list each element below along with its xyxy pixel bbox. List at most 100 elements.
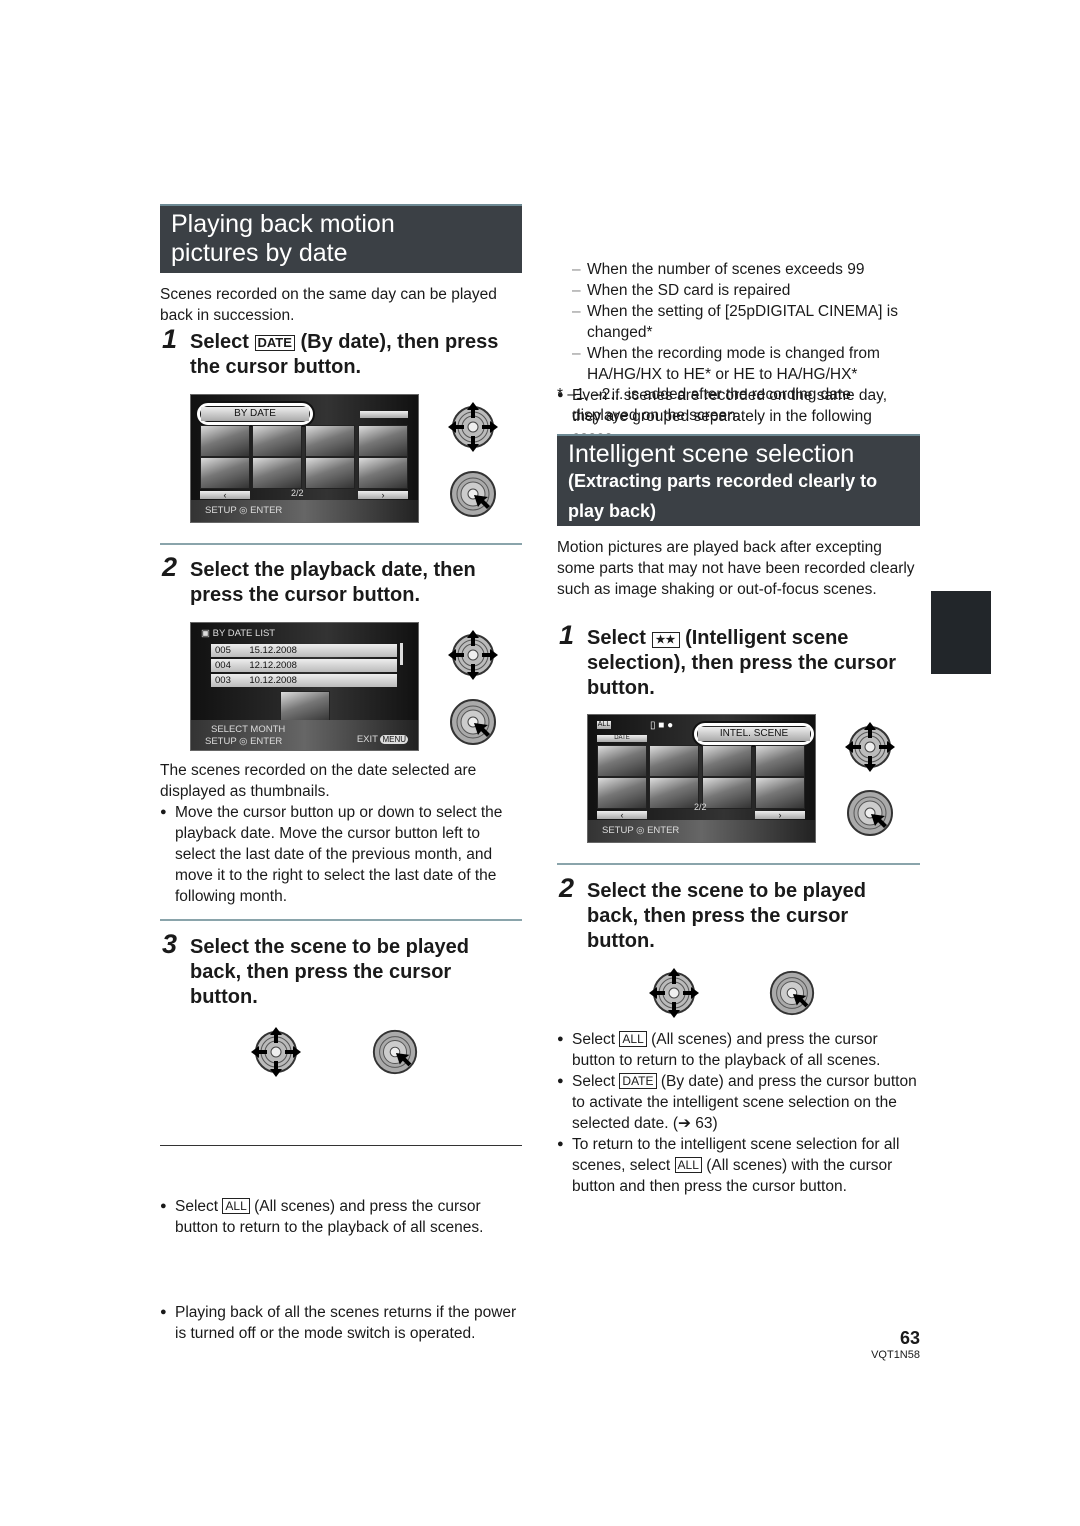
bullet-note: Select DATE (By date) and press the curs… <box>557 1071 922 1134</box>
thumbnail[interactable] <box>358 457 408 489</box>
thumbnail[interactable] <box>597 745 647 777</box>
step-number: 2 <box>559 873 575 903</box>
case-text: When the recording mode is changed from … <box>587 345 880 383</box>
chapter-tab <box>931 591 991 674</box>
title-line: pictures by date <box>171 239 348 267</box>
page-number: 63 <box>899 1328 920 1348</box>
cursor-press-icon <box>767 968 817 1018</box>
thumbnail[interactable] <box>597 777 647 809</box>
prev-page-button[interactable]: ‹ <box>200 491 250 500</box>
step-text: Select the scene to be played back, then… <box>587 880 866 952</box>
date-tab[interactable]: DATE <box>597 735 647 742</box>
step-1: 1 Select DATE (By date), then press the c… <box>162 326 520 380</box>
list-title-text: BY DATE LIST <box>212 628 276 639</box>
thumbnail[interactable] <box>305 425 355 457</box>
row-date: 12.12.2008 <box>249 660 297 671</box>
page-indicator: 2/2 <box>291 488 304 498</box>
case-list: – When the number of scenes exceeds 99 – W… <box>557 259 920 385</box>
next-page-button[interactable]: › <box>755 811 805 820</box>
bullet-note: Playing back of all the scenes returns i… <box>160 1302 522 1344</box>
intel-scene-button[interactable]: INTEL. SCENE <box>698 727 810 741</box>
cursor-press-icon <box>447 468 499 520</box>
case-text: When the number of scenes exceeds 99 <box>587 261 865 278</box>
bullet-text: (All scenes) and press the cursor button… <box>175 1198 484 1236</box>
case-item: – When the setting of [25pDIGITAL CINEMA]… <box>572 303 898 341</box>
camera-screen-by-date: BY DATE ‹ 2/2 › SETUP ◎ ENTER <box>190 394 419 523</box>
step-text: Select <box>587 627 646 649</box>
all-icon: ALL <box>619 1031 647 1047</box>
bullet-text: Select <box>175 1198 219 1215</box>
step-number: 3 <box>162 929 178 959</box>
section-subtitle: (Extracting parts recorded clearly to pl… <box>568 471 878 521</box>
intro-text: Scenes recorded on the same day can be p… <box>160 286 497 324</box>
menu-icon: MENU <box>380 735 408 744</box>
prev-page-button[interactable]: ‹ <box>597 811 647 820</box>
cursor-press-icon <box>447 696 499 748</box>
scrollbar[interactable] <box>400 643 403 665</box>
screen-footer: SETUP ◎ ENTER <box>191 500 418 522</box>
divider <box>160 1145 522 1146</box>
case-item: – When the SD card is repaired <box>572 282 791 299</box>
thumbnail[interactable] <box>358 425 408 457</box>
title-line: Playing back motion <box>171 210 395 238</box>
all-tab[interactable]: ALL <box>597 721 611 729</box>
document-code: VQT1N58 <box>871 1349 920 1361</box>
date-icon: DATE <box>254 335 295 351</box>
section-title: Playing back motion pictures by date <box>160 206 522 272</box>
step-2: 2 Select the scene to be played back, the… <box>559 875 907 954</box>
thumbnail[interactable] <box>755 745 805 777</box>
mode-icons: ▯ ■ ● <box>650 720 674 731</box>
by-date-button[interactable]: BY DATE <box>201 407 309 421</box>
date-row[interactable]: 003 10.12.2008 <box>211 674 397 687</box>
bullet-text: Select <box>572 1073 616 1090</box>
step-text: Select the scene to be played back, then… <box>190 936 469 1008</box>
cursor-four-way-icon <box>844 721 896 773</box>
thumbnail[interactable] <box>702 777 752 809</box>
thumbnail[interactable] <box>200 457 250 489</box>
thumbnail[interactable] <box>702 745 752 777</box>
section-title-box: Intelligent scene selection (Extracting … <box>557 434 920 526</box>
step-number: 1 <box>559 620 575 650</box>
thumbnail[interactable] <box>200 425 250 457</box>
next-page-button[interactable]: › <box>358 491 408 500</box>
mode-tab <box>360 411 408 418</box>
section-title-box: Playing back motion pictures by date <box>160 204 522 273</box>
footnote: * –1, –2... is added after the recording… <box>557 386 851 424</box>
thumbnail[interactable] <box>305 457 355 489</box>
row-date: 15.12.2008 <box>249 645 297 656</box>
divider <box>160 919 522 921</box>
step-text: Select <box>190 331 249 353</box>
intro-text: Motion pictures are played back after ex… <box>557 539 915 598</box>
step-text: Select the playback date, then press the… <box>190 559 476 606</box>
thumbnail[interactable] <box>755 777 805 809</box>
bullet-text: Select <box>572 1031 616 1048</box>
row-number: 005 <box>215 645 231 656</box>
exit-label: EXIT <box>356 734 378 745</box>
list-title: ▣ BY DATE LIST <box>201 628 276 639</box>
bullet-note: Select ALL (All scenes) and press the cu… <box>557 1029 922 1071</box>
bullet-list: Select ALL (All scenes) and press the cu… <box>557 1029 922 1197</box>
screen-footer: SETUP ◎ ENTER <box>588 820 815 842</box>
date-row[interactable]: 005 15.12.2008 <box>211 644 397 657</box>
thumbnail[interactable] <box>649 745 699 777</box>
thumbnail[interactable] <box>649 777 699 809</box>
all-icon: ALL <box>222 1198 250 1214</box>
step-3: 3 Select the scene to be played back, the… <box>162 931 510 1010</box>
case-item: – When the number of scenes exceeds 99 <box>572 261 865 278</box>
bullet-text: (All scenes) and press the cursor button… <box>572 1031 881 1069</box>
case-item: – When the recording mode is changed from… <box>572 345 880 383</box>
bullet-note: To return to the intelligent scene selec… <box>557 1134 922 1197</box>
date-row[interactable]: 004 12.12.2008 <box>211 659 397 672</box>
row-date: 10.12.2008 <box>249 675 297 686</box>
bullet-note: Select ALL (All scenes) and press the cu… <box>160 1196 522 1238</box>
row-number: 003 <box>215 675 231 686</box>
case-text: When the SD card is repaired <box>587 282 791 299</box>
result-text: The scenes recorded on the date selected… <box>160 762 477 800</box>
thumbnail[interactable] <box>252 425 302 457</box>
cursor-press-icon <box>844 787 896 839</box>
step-1: 1 Select ★★ (Intelligent scene selection)… <box>559 622 917 701</box>
thumbnail[interactable] <box>252 457 302 489</box>
case-text: When the setting of [25pDIGITAL CINEMA] … <box>587 303 898 341</box>
bullet-note: Move the cursor button up or down to sel… <box>160 802 522 907</box>
step-number: 1 <box>162 324 178 354</box>
